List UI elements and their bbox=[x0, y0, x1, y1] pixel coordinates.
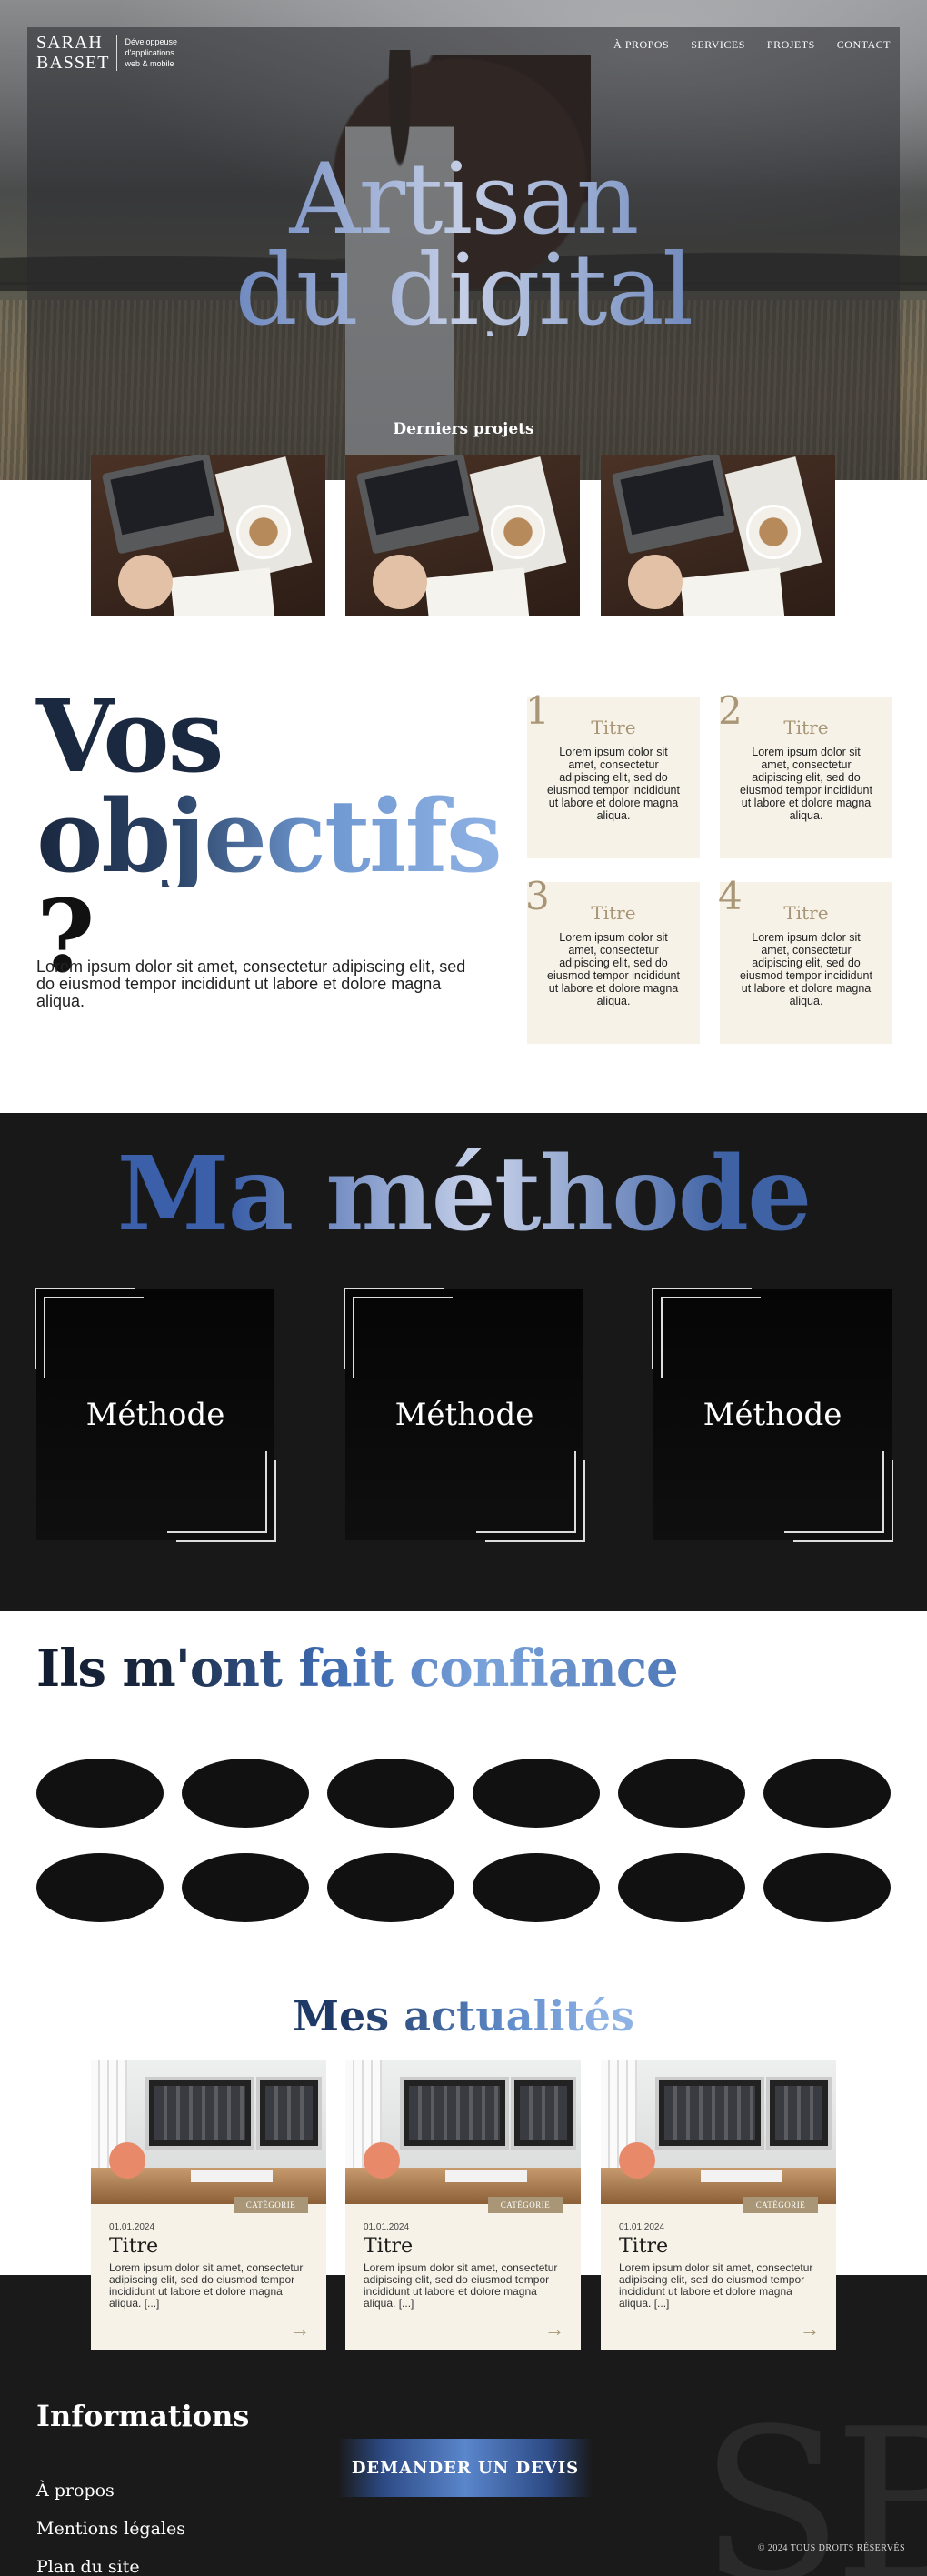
objective-text: Lorem ipsum dolor sit amet, consectetur … bbox=[740, 746, 872, 822]
arrow-right-icon[interactable]: → bbox=[800, 2320, 820, 2340]
news-excerpt: Lorem ipsum dolor sit amet, consectetur … bbox=[109, 2261, 304, 2310]
objective-card: 1 Titre Lorem ipsum dolor sit amet, cons… bbox=[525, 691, 700, 858]
footer-link-a-propos[interactable]: À propos bbox=[36, 2481, 115, 2501]
client-logo bbox=[473, 1853, 600, 1922]
news-card[interactable]: CATÉGORIE 01.01.2024 Titre Lorem ipsum d… bbox=[91, 2060, 326, 2350]
method-card-label: Méthode bbox=[703, 1397, 842, 1433]
trust-title: Ils m'ont fait confiance bbox=[36, 1639, 679, 1699]
client-logo bbox=[618, 1853, 745, 1922]
footer-link-plan-du-site[interactable]: Plan du site bbox=[36, 2557, 140, 2576]
news-excerpt: Lorem ipsum dolor sit amet, consectetur … bbox=[364, 2261, 558, 2310]
news-date: 01.01.2024 bbox=[619, 2222, 665, 2232]
objective-title: Titre bbox=[591, 717, 636, 738]
news-category-badge: CATÉGORIE bbox=[234, 2197, 308, 2213]
news-card[interactable]: CATÉGORIE 01.01.2024 Titre Lorem ipsum d… bbox=[601, 2060, 836, 2350]
hero-section: SARAH BASSET Développeuse d'applications… bbox=[0, 0, 927, 480]
client-logo bbox=[763, 1853, 891, 1922]
nav-link-a-propos[interactable]: À PROPOS bbox=[613, 38, 669, 52]
arrow-right-icon[interactable]: → bbox=[544, 2320, 564, 2340]
objectives-text: Lorem ipsum dolor sit amet, consectetur … bbox=[36, 957, 466, 1010]
objective-title: Titre bbox=[783, 717, 829, 738]
method-section: Ma méthode Méthode Méthode Méthode bbox=[0, 1113, 927, 1611]
method-card-label: Méthode bbox=[85, 1397, 225, 1433]
brand-name-line2: BASSET bbox=[36, 53, 110, 73]
arrow-right-icon[interactable]: → bbox=[290, 2320, 310, 2340]
coffee-cup-image bbox=[236, 505, 291, 559]
main-nav: À PROPOS SERVICES PROJETS CONTACT bbox=[613, 38, 891, 52]
objective-text: Lorem ipsum dolor sit amet, consectetur … bbox=[547, 746, 680, 822]
news-date: 01.01.2024 bbox=[364, 2222, 410, 2232]
news-card[interactable]: CATÉGORIE 01.01.2024 Titre Lorem ipsum d… bbox=[345, 2060, 581, 2350]
objectives-title: Vos objectifs ? bbox=[36, 677, 503, 987]
hero-title-line1: Artisan bbox=[289, 143, 638, 256]
coffee-cup-image bbox=[746, 505, 801, 559]
brand-tagline-line1: Développeuse bbox=[125, 37, 178, 46]
copyright: © 2024 TOUS DROITS RÉSERVÉS bbox=[757, 2543, 905, 2553]
nav-link-contact[interactable]: CONTACT bbox=[837, 38, 891, 52]
news-title: Titre bbox=[619, 2235, 669, 2258]
footer-link-mentions-legales[interactable]: Mentions légales bbox=[36, 2519, 185, 2539]
news-card-image bbox=[601, 2060, 836, 2204]
client-logo bbox=[36, 1759, 164, 1828]
objectives-title-line2: objectifs bbox=[36, 777, 503, 895]
hero-title: Artisan du digital bbox=[0, 155, 927, 336]
objective-title: Titre bbox=[591, 902, 636, 924]
method-card[interactable]: Méthode bbox=[652, 1288, 893, 1542]
hero-title-line2: du digital bbox=[234, 234, 693, 347]
news-title: Mes actualités bbox=[0, 1991, 927, 2040]
method-card[interactable]: Méthode bbox=[35, 1288, 276, 1542]
brand-divider bbox=[116, 35, 118, 71]
client-logo bbox=[618, 1759, 745, 1828]
objective-title: Titre bbox=[783, 902, 829, 924]
client-logo bbox=[36, 1853, 164, 1922]
brand-name-line1: SARAH bbox=[36, 33, 103, 53]
news-card-image bbox=[91, 2060, 326, 2204]
method-title: Ma méthode bbox=[0, 1140, 927, 1249]
objective-card: 3 Titre Lorem ipsum dolor sit amet, cons… bbox=[525, 877, 700, 1044]
objective-text: Lorem ipsum dolor sit amet, consectetur … bbox=[740, 931, 872, 1007]
project-card[interactable] bbox=[345, 455, 580, 616]
client-logo bbox=[763, 1759, 891, 1828]
footer-title: Informations bbox=[36, 2399, 250, 2433]
client-logo bbox=[327, 1853, 454, 1922]
coffee-cup-image bbox=[491, 505, 545, 559]
method-card[interactable]: Méthode bbox=[344, 1288, 585, 1542]
news-card-image bbox=[345, 2060, 581, 2204]
client-logo bbox=[327, 1759, 454, 1828]
nav-link-projets[interactable]: PROJETS bbox=[767, 38, 815, 52]
objective-card: 2 Titre Lorem ipsum dolor sit amet, cons… bbox=[718, 691, 892, 858]
request-quote-button[interactable]: DEMANDER UN DEVIS bbox=[338, 2439, 593, 2497]
client-logo bbox=[182, 1759, 309, 1828]
project-card[interactable] bbox=[91, 455, 325, 616]
brand-logo[interactable]: SARAH BASSET Développeuse d'applications… bbox=[36, 33, 177, 73]
project-card[interactable] bbox=[601, 455, 835, 616]
news-title: Titre bbox=[364, 2235, 414, 2258]
projects-label: Derniers projets bbox=[393, 420, 534, 438]
nav-link-services[interactable]: SERVICES bbox=[691, 38, 745, 52]
method-card-label: Méthode bbox=[394, 1397, 534, 1433]
news-category-badge: CATÉGORIE bbox=[743, 2197, 818, 2213]
objective-text: Lorem ipsum dolor sit amet, consectetur … bbox=[547, 931, 680, 1007]
brand-tagline-line2: d'applications bbox=[125, 48, 174, 57]
brand-tagline-line3: web & mobile bbox=[125, 59, 174, 68]
news-excerpt: Lorem ipsum dolor sit amet, consectetur … bbox=[619, 2261, 813, 2310]
news-category-badge: CATÉGORIE bbox=[488, 2197, 563, 2213]
news-title: Titre bbox=[109, 2235, 159, 2258]
objectives-title-line1: Vos bbox=[36, 677, 224, 795]
client-logo bbox=[182, 1853, 309, 1922]
objective-card: 4 Titre Lorem ipsum dolor sit amet, cons… bbox=[718, 877, 892, 1044]
news-date: 01.01.2024 bbox=[109, 2222, 155, 2232]
client-logo bbox=[473, 1759, 600, 1828]
